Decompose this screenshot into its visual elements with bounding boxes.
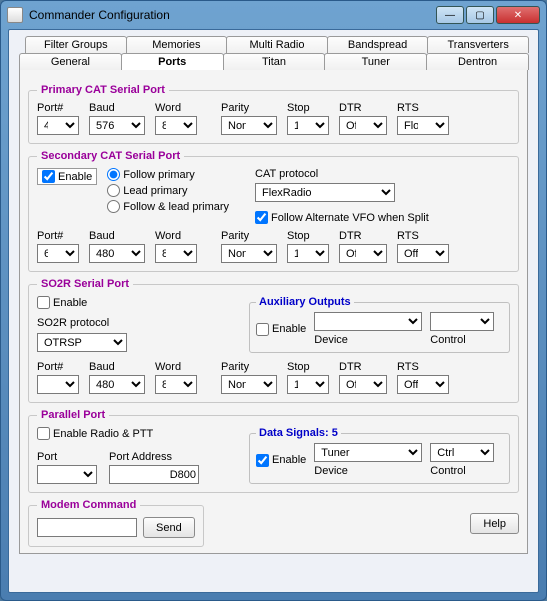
secondary-cat-protocol[interactable]: FlexRadio [255, 183, 395, 202]
group-secondary-cat: Secondary CAT Serial Port Enable Follow … [28, 150, 519, 272]
tab-row-1: Filter Groups Memories Multi Radio Bands… [25, 36, 528, 53]
maximize-button[interactable]: ▢ [466, 6, 494, 24]
group-aux-outputs: Auxiliary Outputs Enable Device Control [249, 296, 510, 353]
tab-ports[interactable]: Ports [121, 53, 224, 70]
modem-command-input[interactable] [37, 518, 137, 537]
client-area: Filter Groups Memories Multi Radio Bands… [8, 29, 539, 593]
legend-secondary-cat: Secondary CAT Serial Port [37, 150, 184, 162]
ds-enable[interactable]: Enable [256, 454, 306, 467]
so2r-enable[interactable]: Enable [37, 296, 237, 309]
primary-rts[interactable]: Flow [397, 116, 449, 135]
legend-aux-outputs: Auxiliary Outputs [256, 296, 354, 308]
tab-filter-groups[interactable]: Filter Groups [25, 36, 127, 53]
window: Commander Configuration — ▢ ✕ Filter Gro… [0, 0, 547, 601]
lbl-baud: Baud [89, 102, 145, 114]
lbl-ds-control: Control [430, 465, 494, 477]
primary-stop[interactable]: 1 [287, 116, 329, 135]
so2r-enable-checkbox[interactable] [37, 296, 50, 309]
lbl-aux-control: Control [430, 334, 494, 346]
primary-baud[interactable]: 57600 [89, 116, 145, 135]
group-so2r: SO2R Serial Port Enable SO2R protocol OT… [28, 278, 519, 403]
group-primary-cat: Primary CAT Serial Port Port# 4 Baud 576… [28, 84, 519, 144]
so2r-word[interactable]: 8 [155, 375, 197, 394]
lbl-stop: Stop [287, 102, 329, 114]
legend-primary-cat: Primary CAT Serial Port [37, 84, 169, 96]
lbl-ds-device: Device [314, 465, 422, 477]
primary-port[interactable]: 4 [37, 116, 79, 135]
so2r-rts[interactable]: Off [397, 375, 449, 394]
lbl-parallel-addr: Port Address [109, 451, 199, 463]
radio-follow-lead-primary[interactable]: Follow & lead primary [107, 200, 229, 213]
ds-control[interactable]: Ctrl [430, 443, 494, 462]
send-button[interactable]: Send [143, 517, 195, 538]
secondary-rts[interactable]: Off [397, 244, 449, 263]
tab-dentron[interactable]: Dentron [426, 53, 529, 70]
group-parallel: Parallel Port Enable Radio & PTT Port Po… [28, 409, 519, 493]
ds-device[interactable]: Tuner [314, 443, 422, 462]
parallel-port[interactable] [37, 465, 97, 484]
so2r-protocol[interactable]: OTRSP [37, 333, 127, 352]
parallel-enable[interactable]: Enable Radio & PTT [37, 427, 153, 440]
tab-row-2: General Ports Titan Tuner Dentron [19, 53, 528, 70]
legend-data-signals: Data Signals: 5 [256, 427, 341, 439]
tab-multi-radio[interactable]: Multi Radio [226, 36, 328, 53]
so2r-stop[interactable]: 1 [287, 375, 329, 394]
help-button[interactable]: Help [470, 513, 519, 534]
legend-so2r: SO2R Serial Port [37, 278, 133, 290]
secondary-stop[interactable]: 1 [287, 244, 329, 263]
group-data-signals: Data Signals: 5 Enable Tuner Device Ctrl… [249, 427, 510, 484]
primary-dtr[interactable]: Off [339, 116, 387, 135]
radio-follow-primary[interactable]: Follow primary [107, 168, 229, 181]
tab-page-ports: Primary CAT Serial Port Port# 4 Baud 576… [19, 69, 528, 554]
aux-enable-checkbox[interactable] [256, 323, 269, 336]
tab-general[interactable]: General [19, 53, 122, 70]
parallel-enable-checkbox[interactable] [37, 427, 50, 440]
lbl-aux-device: Device [314, 334, 422, 346]
so2r-baud[interactable]: 4800 [89, 375, 145, 394]
secondary-baud[interactable]: 4800 [89, 244, 145, 263]
secondary-enable[interactable]: Enable [37, 168, 97, 185]
lbl-port: Port# [37, 102, 79, 114]
legend-parallel: Parallel Port [37, 409, 109, 421]
secondary-follow-alt-vfo[interactable]: Follow Alternate VFO when Split [255, 211, 429, 224]
aux-enable[interactable]: Enable [256, 323, 306, 336]
lbl-dtr: DTR [339, 102, 387, 114]
secondary-dtr[interactable]: Off [339, 244, 387, 263]
tab-titan[interactable]: Titan [223, 53, 326, 70]
so2r-parity[interactable]: None [221, 375, 277, 394]
so2r-port[interactable] [37, 375, 79, 394]
secondary-follow-alt-checkbox[interactable] [255, 211, 268, 224]
lbl-parallel-port: Port [37, 451, 97, 463]
minimize-button[interactable]: — [436, 6, 464, 24]
radio-lead-primary[interactable]: Lead primary [107, 184, 229, 197]
legend-modem: Modem Command [37, 499, 140, 511]
secondary-port[interactable]: 6 [37, 244, 79, 263]
window-title: Commander Configuration [29, 8, 436, 22]
aux-control[interactable] [430, 312, 494, 331]
secondary-word[interactable]: 8 [155, 244, 197, 263]
app-icon [7, 7, 23, 23]
lbl-rts: RTS [397, 102, 449, 114]
tab-transverters[interactable]: Transverters [427, 36, 529, 53]
lbl-so2r-protocol: SO2R protocol [37, 317, 237, 329]
tab-memories[interactable]: Memories [126, 36, 228, 53]
parallel-addr[interactable] [109, 465, 199, 484]
lbl-cat-protocol: CAT protocol [255, 168, 429, 180]
aux-device[interactable] [314, 312, 422, 331]
ds-enable-checkbox[interactable] [256, 454, 269, 467]
tab-tuner[interactable]: Tuner [324, 53, 427, 70]
primary-parity[interactable]: None [221, 116, 277, 135]
secondary-parity[interactable]: None [221, 244, 277, 263]
lbl-word: Word [155, 102, 197, 114]
group-modem: Modem Command Send [28, 499, 204, 547]
primary-word[interactable]: 8 [155, 116, 197, 135]
titlebar: Commander Configuration — ▢ ✕ [1, 1, 546, 29]
secondary-enable-checkbox[interactable] [42, 170, 55, 183]
lbl-parity: Parity [221, 102, 277, 114]
so2r-dtr[interactable]: Off [339, 375, 387, 394]
close-button[interactable]: ✕ [496, 6, 540, 24]
tab-bandspread[interactable]: Bandspread [327, 36, 429, 53]
